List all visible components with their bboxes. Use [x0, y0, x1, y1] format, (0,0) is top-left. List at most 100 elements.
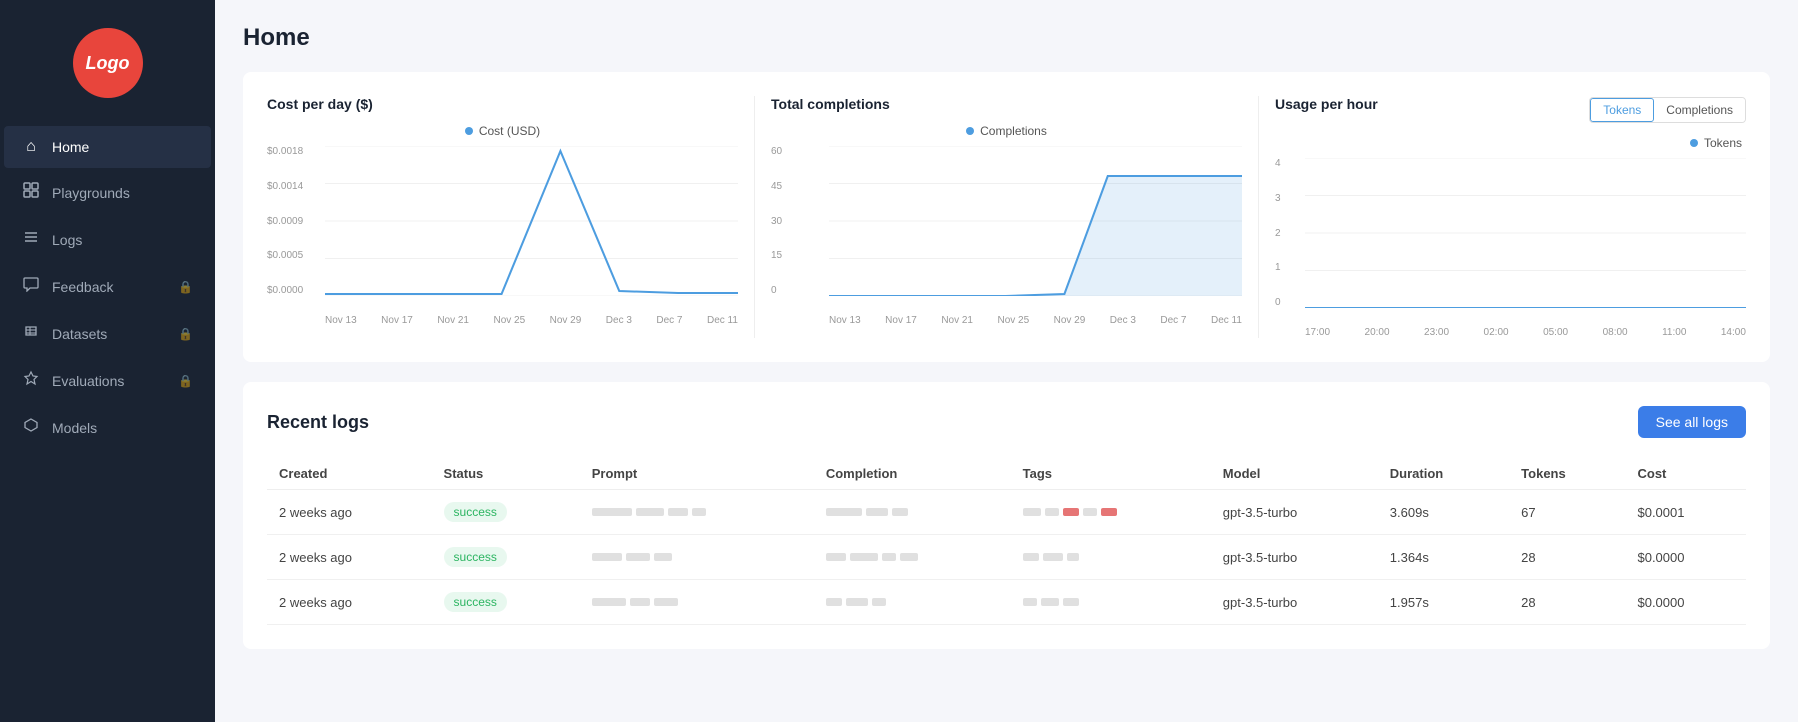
sidebar-navigation: ⌂ Home Playgrounds — [0, 118, 215, 458]
models-icon — [22, 417, 40, 438]
row2-status: success — [432, 535, 580, 580]
row1-status: success — [432, 490, 580, 535]
status-badge: success — [444, 547, 507, 567]
home-icon: ⌂ — [22, 138, 40, 156]
row1-prompt — [580, 490, 814, 535]
col-status: Status — [432, 458, 580, 490]
usage-chart-legend: Tokens — [1275, 136, 1742, 150]
sidebar-label-home: Home — [52, 139, 193, 155]
toggle-completions-button[interactable]: Completions — [1654, 98, 1745, 122]
row1-created: 2 weeks ago — [267, 490, 432, 535]
logs-header: Recent logs See all logs — [267, 406, 1746, 438]
col-tags: Tags — [1011, 458, 1211, 490]
logo-area: Logo — [0, 0, 215, 118]
sidebar-item-evaluations[interactable]: Evaluations 🔒 — [4, 358, 211, 403]
row2-model: gpt-3.5-turbo — [1211, 535, 1378, 580]
feedback-lock-icon: 🔒 — [178, 280, 193, 294]
sidebar-label-feedback: Feedback — [52, 279, 166, 295]
usage-legend-dot — [1690, 139, 1698, 147]
cost-chart-area: $0.0018 $0.0014 $0.0009 $0.0005 $0.0000 — [267, 146, 738, 326]
completions-x-axis: Nov 13 Nov 17 Nov 21 Nov 25 Nov 29 Dec 3… — [829, 315, 1242, 326]
col-prompt: Prompt — [580, 458, 814, 490]
completions-legend-dot — [966, 127, 974, 135]
datasets-icon — [22, 323, 40, 344]
usage-per-hour-chart: Usage per hour Tokens Completions Tokens… — [1259, 96, 1746, 338]
col-cost: Cost — [1625, 458, 1746, 490]
charts-card: Cost per day ($) Cost (USD) $0.0018 $0.0… — [243, 72, 1770, 362]
row3-model: gpt-3.5-turbo — [1211, 580, 1378, 625]
sidebar-label-datasets: Datasets — [52, 326, 166, 342]
row3-duration: 1.957s — [1378, 580, 1509, 625]
col-duration: Duration — [1378, 458, 1509, 490]
page-title: Home — [243, 24, 1770, 52]
row2-prompt — [580, 535, 814, 580]
recent-logs-card: Recent logs See all logs Created Status … — [243, 382, 1770, 649]
cost-chart-legend: Cost (USD) — [267, 124, 738, 138]
completions-legend-label: Completions — [980, 124, 1047, 138]
col-tokens: Tokens — [1509, 458, 1625, 490]
usage-legend-label: Tokens — [1704, 136, 1742, 150]
cost-chart-title: Cost per day ($) — [267, 96, 738, 112]
row3-completion — [814, 580, 1011, 625]
row1-tags — [1011, 490, 1211, 535]
main-content: Home Cost per day ($) Cost (USD) $0.0018… — [215, 0, 1798, 722]
row2-cost: $0.0000 — [1625, 535, 1746, 580]
cost-chart-canvas — [325, 146, 738, 296]
sidebar-item-playgrounds[interactable]: Playgrounds — [4, 170, 211, 215]
sidebar: Logo ⌂ Home Playgrounds — [0, 0, 215, 722]
logs-icon — [22, 229, 40, 250]
completions-chart-area: 60 45 30 15 0 — [771, 146, 1242, 326]
sidebar-item-models[interactable]: Models — [4, 405, 211, 450]
datasets-lock-icon: 🔒 — [178, 327, 193, 341]
col-created: Created — [267, 458, 432, 490]
feedback-icon — [22, 276, 40, 297]
row3-cost: $0.0000 — [1625, 580, 1746, 625]
sidebar-label-playgrounds: Playgrounds — [52, 185, 193, 201]
row1-duration: 3.609s — [1378, 490, 1509, 535]
see-all-logs-button[interactable]: See all logs — [1638, 406, 1746, 438]
completions-chart-title: Total completions — [771, 96, 1242, 112]
row3-tags — [1011, 580, 1211, 625]
logs-title: Recent logs — [267, 412, 369, 433]
logo-text: Logo — [86, 53, 130, 74]
toggle-tokens-button[interactable]: Tokens — [1590, 98, 1654, 122]
table-row: 2 weeks ago success — [267, 535, 1746, 580]
usage-header: Usage per hour Tokens Completions — [1275, 96, 1746, 124]
usage-chart-canvas — [1305, 158, 1746, 308]
cost-y-axis: $0.0018 $0.0014 $0.0009 $0.0005 $0.0000 — [267, 146, 325, 296]
logs-table-header: Created Status Prompt Completion Tags Mo… — [267, 458, 1746, 490]
table-row: 2 weeks ago success — [267, 580, 1746, 625]
status-badge: success — [444, 502, 507, 522]
evaluations-icon — [22, 370, 40, 391]
row1-tokens: 67 — [1509, 490, 1625, 535]
sidebar-label-models: Models — [52, 420, 193, 436]
usage-chart-area: 4 3 2 1 0 — [1275, 158, 1746, 338]
row2-tags — [1011, 535, 1211, 580]
logs-table: Created Status Prompt Completion Tags Mo… — [267, 458, 1746, 625]
table-row: 2 weeks ago success — [267, 490, 1746, 535]
usage-chart-title: Usage per hour — [1275, 96, 1378, 112]
sidebar-item-logs[interactable]: Logs — [4, 217, 211, 262]
row2-completion — [814, 535, 1011, 580]
usage-toggle-buttons: Tokens Completions — [1589, 97, 1746, 123]
cost-x-axis: Nov 13 Nov 17 Nov 21 Nov 25 Nov 29 Dec 3… — [325, 315, 738, 326]
usage-y-axis: 4 3 2 1 0 — [1275, 158, 1305, 308]
completions-y-axis: 60 45 30 15 0 — [771, 146, 829, 296]
row3-status: success — [432, 580, 580, 625]
sidebar-item-home[interactable]: ⌂ Home — [4, 126, 211, 168]
usage-x-axis: 17:00 20:00 23:00 02:00 05:00 08:00 11:0… — [1305, 327, 1746, 338]
logo: Logo — [73, 28, 143, 98]
row2-created: 2 weeks ago — [267, 535, 432, 580]
row3-created: 2 weeks ago — [267, 580, 432, 625]
sidebar-item-datasets[interactable]: Datasets 🔒 — [4, 311, 211, 356]
cost-legend-dot — [465, 127, 473, 135]
sidebar-item-feedback[interactable]: Feedback 🔒 — [4, 264, 211, 309]
status-badge: success — [444, 592, 507, 612]
row3-tokens: 28 — [1509, 580, 1625, 625]
row2-duration: 1.364s — [1378, 535, 1509, 580]
completions-chart-canvas — [829, 146, 1242, 296]
row1-model: gpt-3.5-turbo — [1211, 490, 1378, 535]
col-model: Model — [1211, 458, 1378, 490]
row1-cost: $0.0001 — [1625, 490, 1746, 535]
evaluations-lock-icon: 🔒 — [178, 374, 193, 388]
